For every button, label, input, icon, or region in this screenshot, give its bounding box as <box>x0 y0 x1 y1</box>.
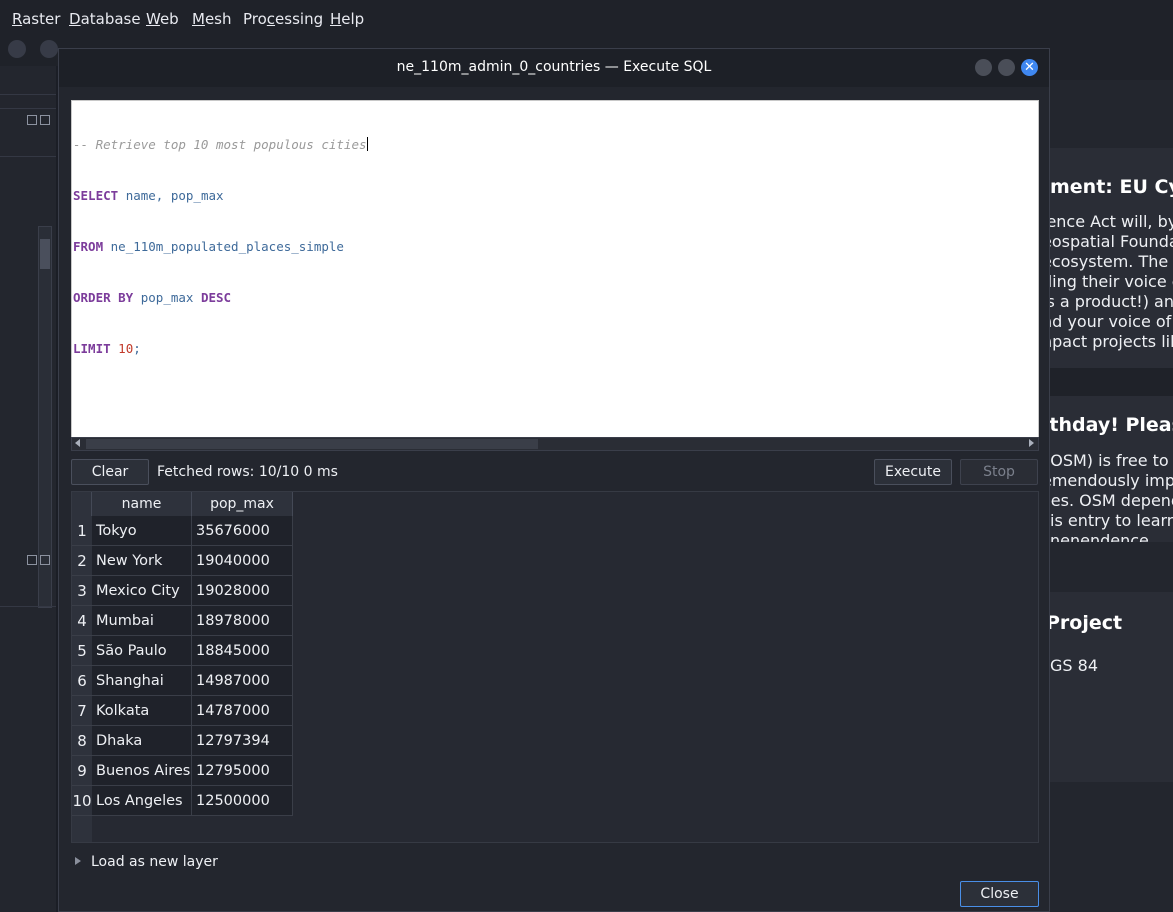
cell-name[interactable]: Buenos Aires <box>92 756 192 786</box>
maximize-icon[interactable] <box>998 59 1015 76</box>
dialog-title: ne_110m_admin_0_countries — Execute SQL <box>396 59 712 75</box>
news-body-7: npact projects lik <box>1042 332 1173 351</box>
row-header[interactable]: 4 <box>72 606 92 636</box>
news-panel: ment: EU Cybe ience Act will, by eospati… <box>1040 66 1173 912</box>
cell-name[interactable]: Los Angeles <box>92 786 192 816</box>
row-header[interactable]: 7 <box>72 696 92 726</box>
news-body-4: is entry to learn l <box>1050 511 1173 530</box>
sql-table: ne_110m_populated_places_simple <box>110 239 344 254</box>
float-icon[interactable] <box>27 555 37 565</box>
project-crs: GS 84 <box>1050 656 1098 675</box>
menu-web[interactable]: Web <box>146 10 179 28</box>
load-as-layer-label: Load as new layer <box>91 854 218 870</box>
news-body-1: (OSM) is free to <box>1044 451 1169 470</box>
sql-limit-value: 10 <box>118 341 134 356</box>
sql-columns: name, pop_max <box>125 188 224 203</box>
sql-comment: -- Retrieve top 10 most populous cities <box>73 137 367 152</box>
clear-button[interactable]: Clear <box>71 459 149 485</box>
close-icon[interactable] <box>40 555 50 565</box>
cell-pop-max[interactable]: 18978000 <box>192 606 293 636</box>
execute-button[interactable]: Execute <box>874 459 952 485</box>
menu-database[interactable]: Database <box>69 10 141 28</box>
sql-keyword: ORDER BY <box>73 290 134 305</box>
scroll-left-icon[interactable] <box>75 439 80 447</box>
fetch-status: Fetched rows: 10/10 0 ms <box>157 464 338 480</box>
menu-bar: Raster Database Web Mesh Processing Help <box>0 0 1173 36</box>
close-button[interactable]: Close <box>960 881 1039 907</box>
row-header[interactable]: 2 <box>72 546 92 576</box>
dialog-titlebar[interactable]: ne_110m_admin_0_countries — Execute SQL … <box>59 49 1049 87</box>
news-title: ment: EU Cybe <box>1050 176 1173 198</box>
menu-processing[interactable]: Processing <box>243 10 323 28</box>
row-header[interactable]: 10 <box>72 786 92 816</box>
news-body-6: nd your voice of <box>1042 312 1172 331</box>
cell-pop-max[interactable]: 12795000 <box>192 756 293 786</box>
cell-name[interactable]: São Paulo <box>92 636 192 666</box>
sql-order-column: pop_max <box>140 290 194 305</box>
cell-pop-max[interactable]: 19040000 <box>192 546 293 576</box>
sql-keyword: DESC <box>200 290 232 305</box>
news-body-5: is a product!) anc <box>1042 292 1173 311</box>
sql-terminator: ; <box>133 341 141 356</box>
column-header-name[interactable]: name <box>92 492 192 516</box>
cell-name[interactable]: Mexico City <box>92 576 192 606</box>
row-header[interactable]: 8 <box>72 726 92 756</box>
sql-keyword: FROM <box>73 239 104 254</box>
news-body-2: eospatial Founda <box>1042 232 1173 251</box>
minimize-icon[interactable] <box>975 59 992 76</box>
editor-hscrollbar[interactable] <box>71 437 1039 451</box>
load-as-layer-toggle[interactable]: Load as new layer <box>75 854 218 870</box>
layers-panel <box>0 66 56 912</box>
cell-name[interactable]: Mumbai <box>92 606 192 636</box>
cell-name[interactable]: New York <box>92 546 192 576</box>
zoom-icon[interactable] <box>8 40 26 58</box>
cell-pop-max[interactable]: 19028000 <box>192 576 293 606</box>
sql-keyword: SELECT <box>73 188 119 203</box>
menu-help[interactable]: Help <box>330 10 364 28</box>
news-body-3: ces. OSM depend <box>1042 491 1173 510</box>
text-cursor <box>366 137 368 151</box>
sql-editor[interactable]: -- Retrieve top 10 most populous cities … <box>71 100 1039 438</box>
sql-keyword: LIMIT <box>73 341 111 356</box>
close-icon[interactable]: ✕ <box>1021 59 1038 76</box>
news-body-3: ecosystem. The C <box>1042 252 1173 271</box>
scroll-thumb[interactable] <box>86 439 538 449</box>
news-body-1: ience Act will, by <box>1042 212 1173 231</box>
row-header[interactable]: 6 <box>72 666 92 696</box>
cell-name[interactable]: Kolkata <box>92 696 192 726</box>
close-icon[interactable] <box>40 115 50 125</box>
cell-pop-max[interactable]: 12797394 <box>192 726 293 756</box>
expand-arrow-icon[interactable] <box>75 857 81 865</box>
news-title: rthday! Please <box>1040 414 1173 436</box>
cell-pop-max[interactable]: 12500000 <box>192 786 293 816</box>
corner-header[interactable] <box>72 492 92 516</box>
news-body-5: nenendence <box>1050 531 1149 542</box>
execute-sql-dialog: ne_110m_admin_0_countries — Execute SQL … <box>58 48 1050 912</box>
cell-pop-max[interactable]: 14787000 <box>192 696 293 726</box>
zoom-icon[interactable] <box>40 40 58 58</box>
scroll-right-icon[interactable] <box>1029 439 1034 447</box>
cell-name[interactable]: Dhaka <box>92 726 192 756</box>
menu-mesh[interactable]: Mesh <box>192 10 232 28</box>
row-header[interactable]: 3 <box>72 576 92 606</box>
cell-pop-max[interactable]: 18845000 <box>192 636 293 666</box>
project-title: Project <box>1046 612 1123 634</box>
results-table: name pop_max 1 Tokyo 35676000 2 New York 1904… <box>71 491 1039 843</box>
cell-name[interactable]: Tokyo <box>92 516 192 546</box>
cell-name[interactable]: Shanghai <box>92 666 192 696</box>
float-icon[interactable] <box>27 115 37 125</box>
news-body-4: ding their voice c <box>1042 272 1173 291</box>
cell-pop-max[interactable]: 14987000 <box>192 666 293 696</box>
row-header[interactable]: 1 <box>72 516 92 546</box>
row-header[interactable]: 9 <box>72 756 92 786</box>
menu-raster[interactable]: Raster <box>12 10 60 28</box>
column-header-pop-max[interactable]: pop_max <box>192 492 293 516</box>
panel-scrollbar[interactable] <box>38 226 52 608</box>
cell-pop-max[interactable]: 35676000 <box>192 516 293 546</box>
news-body-2: emendously impr <box>1042 471 1173 490</box>
stop-button[interactable]: Stop <box>960 459 1038 485</box>
row-header[interactable]: 5 <box>72 636 92 666</box>
